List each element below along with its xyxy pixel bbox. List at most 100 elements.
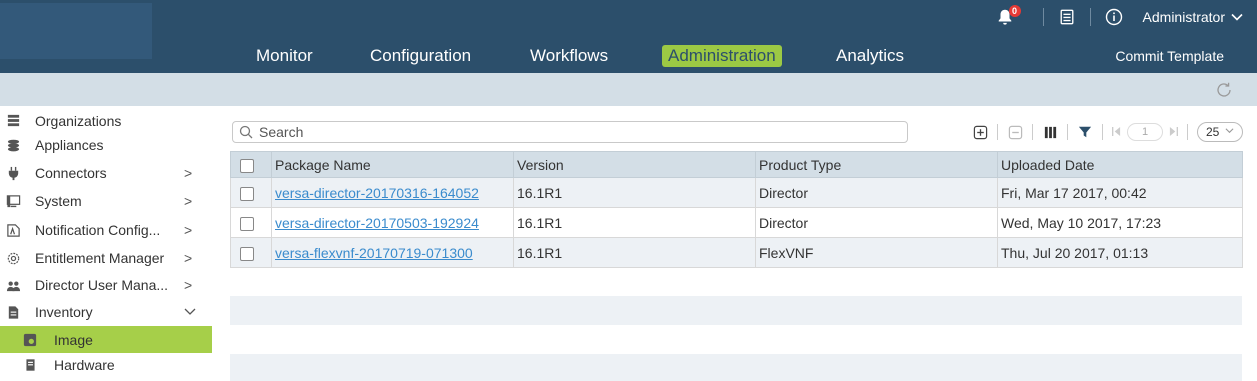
row-checkbox[interactable] — [240, 186, 254, 201]
gear-icon — [5, 250, 21, 266]
commit-template-button[interactable]: Commit Template — [1115, 48, 1224, 64]
sidebar-item-organizations[interactable]: Organizations — [0, 106, 212, 135]
uploaded-date-cell: Wed, May 10 2017, 17:23 — [997, 207, 1243, 238]
notification-config-icon — [5, 222, 21, 238]
sidebar-item-label: Notification Config... — [35, 222, 161, 238]
row-select-cell — [230, 177, 272, 208]
plug-icon — [5, 165, 21, 181]
page-size-value: 25 — [1206, 125, 1220, 139]
divider — [1042, 8, 1044, 26]
chevron-down-icon — [184, 304, 196, 320]
empty-row — [230, 296, 1242, 325]
user-menu[interactable]: Administrator — [1143, 9, 1243, 25]
select-all-cell — [230, 151, 272, 178]
info-icon — [1105, 8, 1122, 26]
chevron-right-icon: > — [184, 165, 193, 181]
column-header-product-type[interactable]: Product Type — [755, 151, 998, 178]
sub-toolbar — [0, 73, 1257, 106]
sidebar-item-connectors[interactable]: Connectors > — [0, 158, 212, 188]
version-cell: 16.1R1 — [513, 207, 756, 238]
table-row[interactable]: versa-director-20170316-164052 16.1R1 Di… — [230, 177, 1243, 208]
divider — [1102, 124, 1103, 140]
notification-badge: 0 — [1008, 5, 1021, 17]
search-box[interactable] — [232, 121, 908, 143]
sidebar-item-label: Hardware — [54, 357, 115, 373]
package-link[interactable]: versa-flexvnf-20170719-071300 — [275, 245, 473, 261]
row-select-cell — [230, 237, 272, 268]
sidebar-item-label: Entitlement Manager — [35, 250, 165, 266]
divider — [1067, 124, 1068, 140]
sidebar-item-director-user-management[interactable]: Director User Mana... > — [0, 270, 212, 300]
sidebar-item-image[interactable]: Image — [0, 326, 212, 353]
next-page-icon[interactable] — [1169, 124, 1178, 140]
sidebar-item-label: Image — [54, 331, 93, 348]
add-button[interactable] — [972, 124, 988, 140]
inventory-icon — [5, 304, 21, 320]
table-row[interactable]: versa-flexvnf-20170719-071300 16.1R1 Fle… — [230, 237, 1243, 268]
sidebar-item-label: Director User Mana... — [35, 277, 169, 293]
columns-button[interactable] — [1042, 124, 1058, 140]
nav-monitor[interactable]: Monitor — [250, 45, 319, 67]
previous-page-icon[interactable] — [1112, 124, 1121, 140]
nav-configuration[interactable]: Configuration — [364, 45, 477, 67]
nav-workflows[interactable]: Workflows — [524, 45, 614, 67]
top-right-toolbar: 0 Administrator — [995, 0, 1257, 34]
user-name: Administrator — [1142, 9, 1225, 25]
nav-administration[interactable]: Administration — [662, 45, 782, 67]
search-input[interactable] — [259, 124, 907, 140]
chevron-right-icon: > — [184, 222, 193, 238]
task-list-icon — [1060, 9, 1073, 25]
column-header-uploaded-date[interactable]: Uploaded Date — [997, 151, 1243, 178]
page-size-select[interactable]: 25 — [1197, 122, 1243, 142]
select-all-checkbox[interactable] — [240, 158, 254, 173]
refresh-icon[interactable] — [1215, 81, 1233, 99]
chevron-right-icon: > — [184, 193, 193, 209]
divider — [997, 124, 998, 140]
divider — [1187, 124, 1188, 140]
sidebar-item-label: System — [35, 193, 82, 209]
hardware-icon — [22, 357, 38, 373]
product-type-cell: Director — [755, 207, 998, 238]
sidebar-item-inventory[interactable]: Inventory — [0, 297, 212, 327]
column-header-version[interactable]: Version — [513, 151, 756, 178]
sidebar-item-system[interactable]: System > — [0, 186, 212, 216]
info-button[interactable] — [1105, 8, 1123, 26]
chevron-right-icon: > — [184, 277, 193, 293]
notifications-button[interactable]: 0 — [995, 5, 1021, 27]
package-name-cell: versa-director-20170503-192924 — [271, 207, 514, 238]
sidebar-item-hardware[interactable]: Hardware — [0, 353, 212, 377]
table-row[interactable]: versa-director-20170503-192924 16.1R1 Di… — [230, 207, 1243, 238]
tasks-button[interactable] — [1058, 8, 1076, 26]
empty-row — [230, 354, 1242, 381]
sidebar-item-entitlement-manager[interactable]: Entitlement Manager > — [0, 243, 212, 273]
chevron-down-icon — [1225, 126, 1234, 138]
organizations-icon — [5, 113, 21, 129]
sidebar-item-notification-config[interactable]: Notification Config... > — [0, 215, 212, 245]
image-icon — [22, 332, 38, 348]
sidebar-item-appliances[interactable]: Appliances — [0, 132, 212, 158]
filter-button[interactable] — [1077, 124, 1093, 140]
nav-analytics[interactable]: Analytics — [830, 45, 910, 67]
package-link[interactable]: versa-director-20170503-192924 — [275, 215, 479, 231]
page-number[interactable]: 1 — [1127, 123, 1163, 141]
filter-icon — [1078, 126, 1092, 138]
search-icon — [239, 125, 253, 139]
remove-button[interactable] — [1007, 124, 1023, 140]
sidebar: Organizations Appliances Connectors > Sy… — [0, 106, 212, 381]
package-name-cell: versa-flexvnf-20170719-071300 — [271, 237, 514, 268]
row-checkbox[interactable] — [240, 216, 254, 231]
sidebar-item-label: Inventory — [35, 304, 93, 320]
product-type-cell: Director — [755, 177, 998, 208]
uploaded-date-cell: Fri, Mar 17 2017, 00:42 — [997, 177, 1243, 208]
sidebar-item-label: Connectors — [35, 165, 107, 181]
version-cell: 16.1R1 — [513, 237, 756, 268]
main-nav: Monitor Configuration Workflows Administ… — [0, 41, 1257, 73]
table-header-row: Package Name Version Product Type Upload… — [230, 151, 1243, 178]
users-icon — [5, 277, 21, 293]
package-link[interactable]: versa-director-20170316-164052 — [275, 185, 479, 201]
row-select-cell — [230, 207, 272, 238]
product-type-cell: FlexVNF — [755, 237, 998, 268]
row-checkbox[interactable] — [240, 246, 254, 261]
add-icon — [973, 125, 987, 139]
column-header-package-name[interactable]: Package Name — [271, 151, 514, 178]
